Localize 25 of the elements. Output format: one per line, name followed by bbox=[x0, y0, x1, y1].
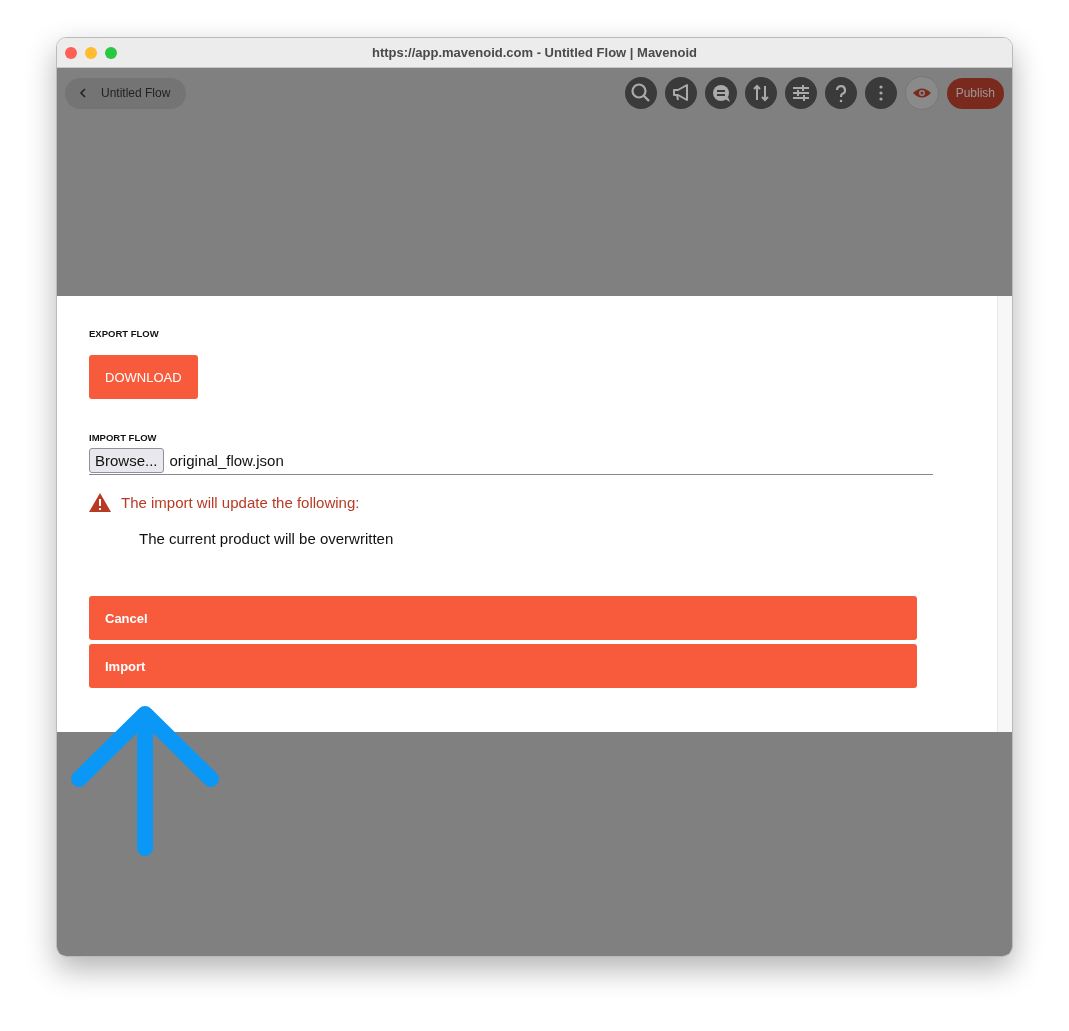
help-button[interactable] bbox=[824, 77, 857, 109]
more-options-icon bbox=[878, 85, 883, 101]
chevron-left-icon bbox=[79, 88, 87, 98]
chat-bubble-button[interactable] bbox=[704, 77, 737, 109]
download-button[interactable]: DOWNLOAD bbox=[89, 355, 198, 399]
action-button[interactable]: Cancel bbox=[89, 596, 917, 640]
publish-button[interactable]: Publish bbox=[946, 77, 1004, 109]
file-input-field[interactable]: Browse... original_flow.json bbox=[89, 448, 933, 475]
preview-button[interactable] bbox=[904, 76, 939, 110]
close-button[interactable] bbox=[65, 46, 77, 59]
section-heading: IMPORT FLOW bbox=[89, 432, 158, 443]
window-title: https://app.mavenoid.com - Untitled Flow | Mavenoid bbox=[370, 45, 698, 60]
action-button[interactable]: Import bbox=[89, 644, 917, 688]
change-item: The current product will be overwritten bbox=[139, 530, 395, 547]
browse-button[interactable]: Browse... bbox=[89, 448, 164, 473]
back-button[interactable]: Untitled Flow bbox=[65, 77, 187, 109]
sort-arrows-button[interactable] bbox=[744, 77, 777, 109]
more-options-button[interactable] bbox=[864, 77, 897, 109]
search-button[interactable] bbox=[624, 77, 657, 109]
sliders-button[interactable] bbox=[784, 77, 817, 109]
megaphone-button[interactable] bbox=[664, 77, 697, 109]
warning-icon bbox=[89, 493, 111, 512]
warning-message: The import will update the following: bbox=[121, 494, 360, 511]
file-name: original_flow.json bbox=[169, 452, 284, 469]
section-heading: EXPORT FLOW bbox=[89, 328, 160, 339]
